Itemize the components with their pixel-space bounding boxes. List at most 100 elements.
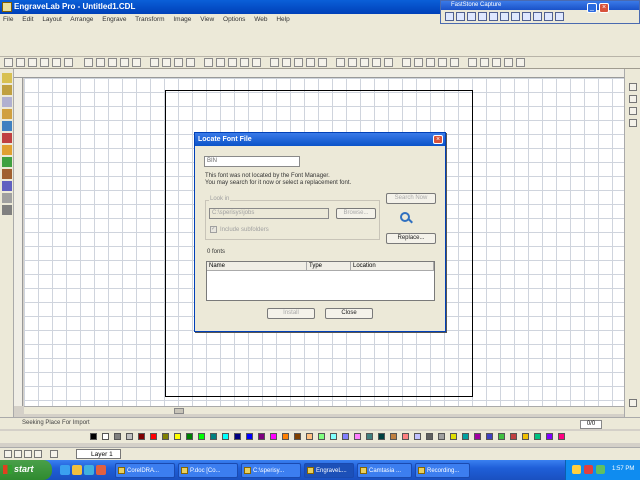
color-swatch[interactable] [426,433,433,440]
color-swatch[interactable] [270,433,277,440]
menu-layout[interactable]: Layout [42,16,62,23]
menu-help[interactable]: Help [276,16,289,23]
envelope-icon[interactable] [504,58,513,67]
import-icon[interactable] [52,58,61,67]
close-icon[interactable]: × [599,3,609,13]
cut-icon[interactable] [84,58,93,67]
color-swatch[interactable] [510,433,517,440]
zoom-page-icon[interactable] [186,58,195,67]
zoom-in-icon[interactable] [150,58,159,67]
capture-freehand-icon[interactable] [478,12,487,21]
zoom-tool-icon[interactable] [2,109,12,119]
column-type[interactable]: Type [307,262,351,271]
minimize-icon[interactable]: _ [587,3,597,13]
undo-icon[interactable] [120,58,129,67]
zoom-fit-icon[interactable] [174,58,183,67]
include-subfolders-checkbox[interactable]: ✓ [210,226,217,233]
font-list[interactable]: Name Type Location [206,261,435,301]
color-swatch[interactable] [522,433,529,440]
color-swatch[interactable] [534,433,541,440]
tray-icon[interactable] [572,465,581,474]
task-camtasia[interactable]: Camtasia ... [357,463,412,478]
text-tool-icon[interactable] [2,97,12,107]
desktop-icon[interactable] [84,465,94,475]
color-swatch[interactable] [354,433,361,440]
fill-icon[interactable] [372,58,381,67]
color-swatch[interactable] [486,433,493,440]
save-icon[interactable] [28,58,37,67]
freehand-tool-icon[interactable] [2,121,12,131]
column-name[interactable]: Name [207,262,307,271]
scroll-thumb[interactable] [174,408,184,414]
paste-icon[interactable] [108,58,117,67]
inlay-icon[interactable] [360,58,369,67]
align-top-icon[interactable] [240,58,249,67]
last-layer-icon[interactable] [34,450,42,458]
task-recording[interactable]: Recording... [415,463,470,478]
rectangle-tool-icon[interactable] [2,133,12,143]
new-icon[interactable] [4,58,13,67]
replace-button[interactable]: Replace... [386,233,436,244]
copy-icon[interactable] [96,58,105,67]
font-name-field[interactable]: BIN [204,156,300,167]
color-swatch[interactable] [306,433,313,440]
barcode-icon[interactable] [450,58,459,67]
color-swatch[interactable] [450,433,457,440]
capture-video-icon[interactable] [522,12,531,21]
color-swatch[interactable] [390,433,397,440]
fill-tool-icon[interactable] [2,181,12,191]
engrave-icon[interactable] [336,58,345,67]
panel-arrow-icon[interactable] [629,119,637,127]
color-swatch[interactable] [330,433,337,440]
menu-edit[interactable]: Edit [22,16,33,23]
braille-icon[interactable] [426,58,435,67]
color-swatch[interactable] [126,433,133,440]
color-swatch[interactable] [378,433,385,440]
color-swatch[interactable] [558,433,565,440]
color-swatch[interactable] [414,433,421,440]
first-layer-icon[interactable] [4,450,12,458]
font-icon[interactable] [414,58,423,67]
start-button[interactable]: start [0,460,52,480]
color-swatch[interactable] [186,433,193,440]
color-swatch[interactable] [318,433,325,440]
outline-icon[interactable] [384,58,393,67]
outline-tool-icon[interactable] [2,169,12,179]
align-bottom-icon[interactable] [252,58,261,67]
horizontal-scrollbar[interactable] [24,406,624,414]
tray-icon[interactable] [584,465,593,474]
task-pdoc[interactable]: P.doc [Co... [178,463,238,478]
next-layer-icon[interactable] [24,450,32,458]
menu-transform[interactable]: Transform [135,16,164,23]
capture-editor-icon[interactable] [544,12,553,21]
task-engravelab[interactable]: EngraveL... [304,463,354,478]
color-swatch[interactable] [546,433,553,440]
menu-web[interactable]: Web [254,16,267,23]
color-swatch[interactable] [474,433,481,440]
menu-arrange[interactable]: Arrange [70,16,93,23]
color-swatch[interactable] [282,433,289,440]
color-swatch[interactable] [162,433,169,440]
column-location[interactable]: Location [351,262,434,271]
dialog-close-icon[interactable]: × [433,135,443,144]
redo-icon[interactable] [132,58,141,67]
task-explorer[interactable]: C:\sperisy... [241,463,301,478]
folder-icon[interactable] [72,465,82,475]
layer-tab[interactable]: Layer 1 [76,449,121,459]
print-icon[interactable] [40,58,49,67]
search-now-button[interactable]: Search Now [386,193,436,204]
fit-text-icon[interactable] [480,58,489,67]
color-swatch[interactable] [90,433,97,440]
capture-settings-icon[interactable] [555,12,564,21]
add-layer-icon[interactable] [50,450,58,458]
combine-icon[interactable] [294,58,303,67]
install-button[interactable]: Install [267,308,315,319]
color-swatch[interactable] [150,433,157,440]
media-icon[interactable] [96,465,106,475]
color-swatch[interactable] [234,433,241,440]
menu-view[interactable]: View [200,16,214,23]
capture-object-icon[interactable] [456,12,465,21]
color-swatch[interactable] [246,433,253,440]
close-button[interactable]: Close [325,308,373,319]
capture-output-icon[interactable] [533,12,542,21]
